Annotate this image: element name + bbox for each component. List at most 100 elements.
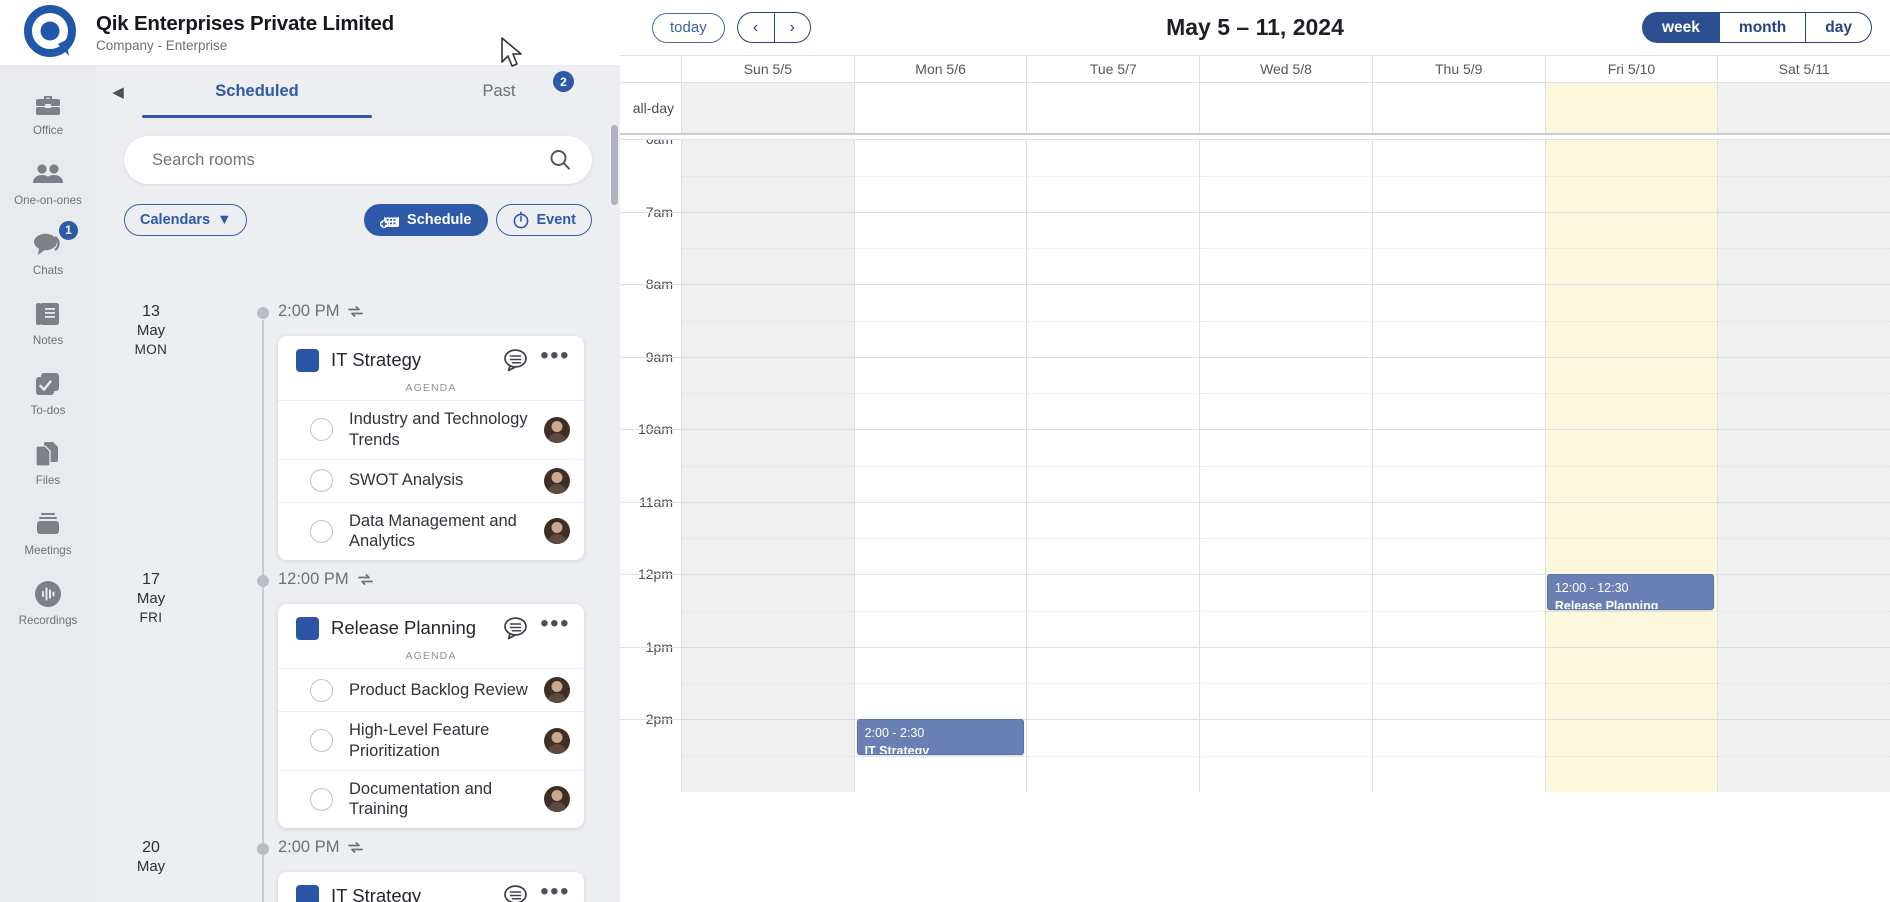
hour-cell[interactable]: [1200, 719, 1373, 792]
hour-cell[interactable]: [854, 211, 1028, 284]
hour-cell[interactable]: [854, 574, 1028, 647]
hour-cell[interactable]: [1027, 646, 1201, 719]
search-input[interactable]: [152, 150, 548, 170]
hour-cell[interactable]: [682, 429, 855, 502]
hour-cell[interactable]: [1200, 356, 1373, 429]
hour-cell[interactable]: [1372, 139, 1546, 212]
all-day-cell[interactable]: [1373, 83, 1546, 133]
agenda-item[interactable]: SWOT Analysis: [278, 458, 584, 502]
comment-icon[interactable]: [503, 616, 528, 640]
more-dots-icon[interactable]: •••: [540, 344, 570, 369]
meeting-card[interactable]: Release Planning ••• AGENDA Product Backlog…: [278, 604, 584, 829]
rail-item-files[interactable]: Files: [0, 429, 96, 497]
hour-cell[interactable]: [1718, 139, 1890, 212]
day-header-cell[interactable]: Mon 5/6: [855, 56, 1028, 82]
hour-cell[interactable]: [1200, 284, 1373, 357]
hour-cell[interactable]: [1200, 646, 1373, 719]
rail-item-notes[interactable]: Notes: [0, 289, 96, 357]
tab-scheduled[interactable]: Scheduled: [136, 65, 378, 118]
hour-cell[interactable]: [1027, 284, 1201, 357]
hour-cell[interactable]: [854, 429, 1028, 502]
comment-icon[interactable]: [503, 348, 528, 372]
all-day-cell[interactable]: [1545, 83, 1719, 133]
hour-cell[interactable]: [1372, 646, 1546, 719]
hour-cell[interactable]: [682, 719, 855, 792]
schedule-button[interactable]: Schedule: [364, 204, 488, 236]
panel-scrollbar[interactable]: [611, 125, 618, 205]
search-box[interactable]: [124, 136, 592, 184]
event-button[interactable]: Event: [495, 204, 592, 236]
hour-cell[interactable]: [1200, 429, 1373, 502]
rail-item-recordings[interactable]: Recordings: [0, 569, 96, 637]
hour-cell[interactable]: [1718, 356, 1890, 429]
view-day-button[interactable]: day: [1806, 12, 1872, 43]
all-day-cell[interactable]: [1200, 83, 1373, 133]
next-week-button[interactable]: ›: [773, 12, 811, 43]
calendars-dropdown-button[interactable]: Calendars ▼: [124, 204, 248, 236]
all-day-cell[interactable]: [1718, 83, 1890, 133]
day-header-cell[interactable]: Wed 5/8: [1200, 56, 1373, 82]
agenda-item[interactable]: Product Backlog Review: [278, 668, 584, 711]
prev-week-button[interactable]: ‹: [736, 12, 774, 43]
meeting-card[interactable]: IT Strategy ••• AGENDA Industry and Technol…: [278, 336, 584, 561]
hour-cell[interactable]: [1372, 356, 1546, 429]
hour-cell[interactable]: [1372, 211, 1546, 284]
hour-cell[interactable]: [1718, 574, 1890, 647]
rail-item-todos[interactable]: To-dos: [0, 359, 96, 427]
hour-cell[interactable]: [1372, 284, 1546, 357]
search-icon[interactable]: [548, 148, 572, 172]
day-header-cell[interactable]: Thu 5/9: [1373, 56, 1546, 82]
hour-cell[interactable]: [682, 574, 855, 647]
all-day-cell[interactable]: [1027, 83, 1201, 133]
agenda-checkbox[interactable]: [310, 418, 333, 442]
agenda-item[interactable]: Documentation and Training: [278, 769, 584, 829]
hour-cell[interactable]: [1200, 139, 1373, 212]
hour-cell[interactable]: [1545, 646, 1719, 719]
hour-cell[interactable]: [1027, 139, 1201, 212]
hour-cell[interactable]: [1545, 719, 1719, 792]
hour-cell[interactable]: [1718, 719, 1890, 792]
hour-cell[interactable]: [854, 356, 1028, 429]
hour-cell[interactable]: [854, 646, 1028, 719]
meeting-card[interactable]: IT Strategy •••: [278, 872, 584, 902]
rail-item-office[interactable]: Office: [0, 79, 96, 147]
hour-cell[interactable]: [1200, 501, 1373, 574]
day-header-cell[interactable]: Fri 5/10: [1546, 56, 1719, 82]
hour-cell[interactable]: [682, 284, 855, 357]
view-week-button[interactable]: week: [1642, 12, 1720, 43]
hour-cell[interactable]: [1027, 356, 1201, 429]
hour-cell[interactable]: [682, 646, 855, 719]
calendar-event[interactable]: 12:00 - 12:30 Release Planning: [1546, 574, 1715, 611]
hour-cell[interactable]: [1545, 356, 1719, 429]
rail-item-one-on-ones[interactable]: One-on-ones: [0, 149, 96, 217]
all-day-cell[interactable]: [682, 83, 855, 133]
more-dots-icon[interactable]: •••: [540, 612, 570, 637]
agenda-checkbox[interactable]: [310, 519, 333, 543]
hour-cell[interactable]: [682, 139, 855, 212]
comment-icon[interactable]: [503, 884, 528, 902]
hour-cell[interactable]: [1027, 574, 1201, 647]
today-button[interactable]: today: [652, 12, 725, 43]
hour-cell[interactable]: [854, 284, 1028, 357]
all-day-cell[interactable]: [855, 83, 1028, 133]
hour-cell[interactable]: [1372, 719, 1546, 792]
rail-item-meetings[interactable]: Meetings: [0, 499, 96, 567]
day-header-cell[interactable]: Tue 5/7: [1027, 56, 1201, 82]
hour-cell[interactable]: [1545, 211, 1719, 284]
day-header-cell[interactable]: Sat 5/11: [1718, 56, 1890, 82]
day-header-cell[interactable]: Sun 5/5: [682, 56, 855, 82]
hour-cell[interactable]: [682, 356, 855, 429]
rail-item-chats[interactable]: 1 Chats: [0, 219, 96, 287]
hour-cell[interactable]: [1718, 429, 1890, 502]
hour-cell[interactable]: [1372, 501, 1546, 574]
hour-cell[interactable]: [682, 501, 855, 574]
more-dots-icon[interactable]: •••: [540, 880, 570, 902]
view-month-button[interactable]: month: [1719, 12, 1807, 43]
agenda-item[interactable]: Data Management and Analytics: [278, 501, 584, 561]
caret-left-icon[interactable]: ◀: [100, 65, 136, 118]
hour-cell[interactable]: [1718, 211, 1890, 284]
agenda-checkbox[interactable]: [310, 729, 333, 753]
hour-cell[interactable]: [1718, 284, 1890, 357]
agenda-checkbox[interactable]: [310, 469, 333, 493]
hour-cell[interactable]: [1545, 501, 1719, 574]
